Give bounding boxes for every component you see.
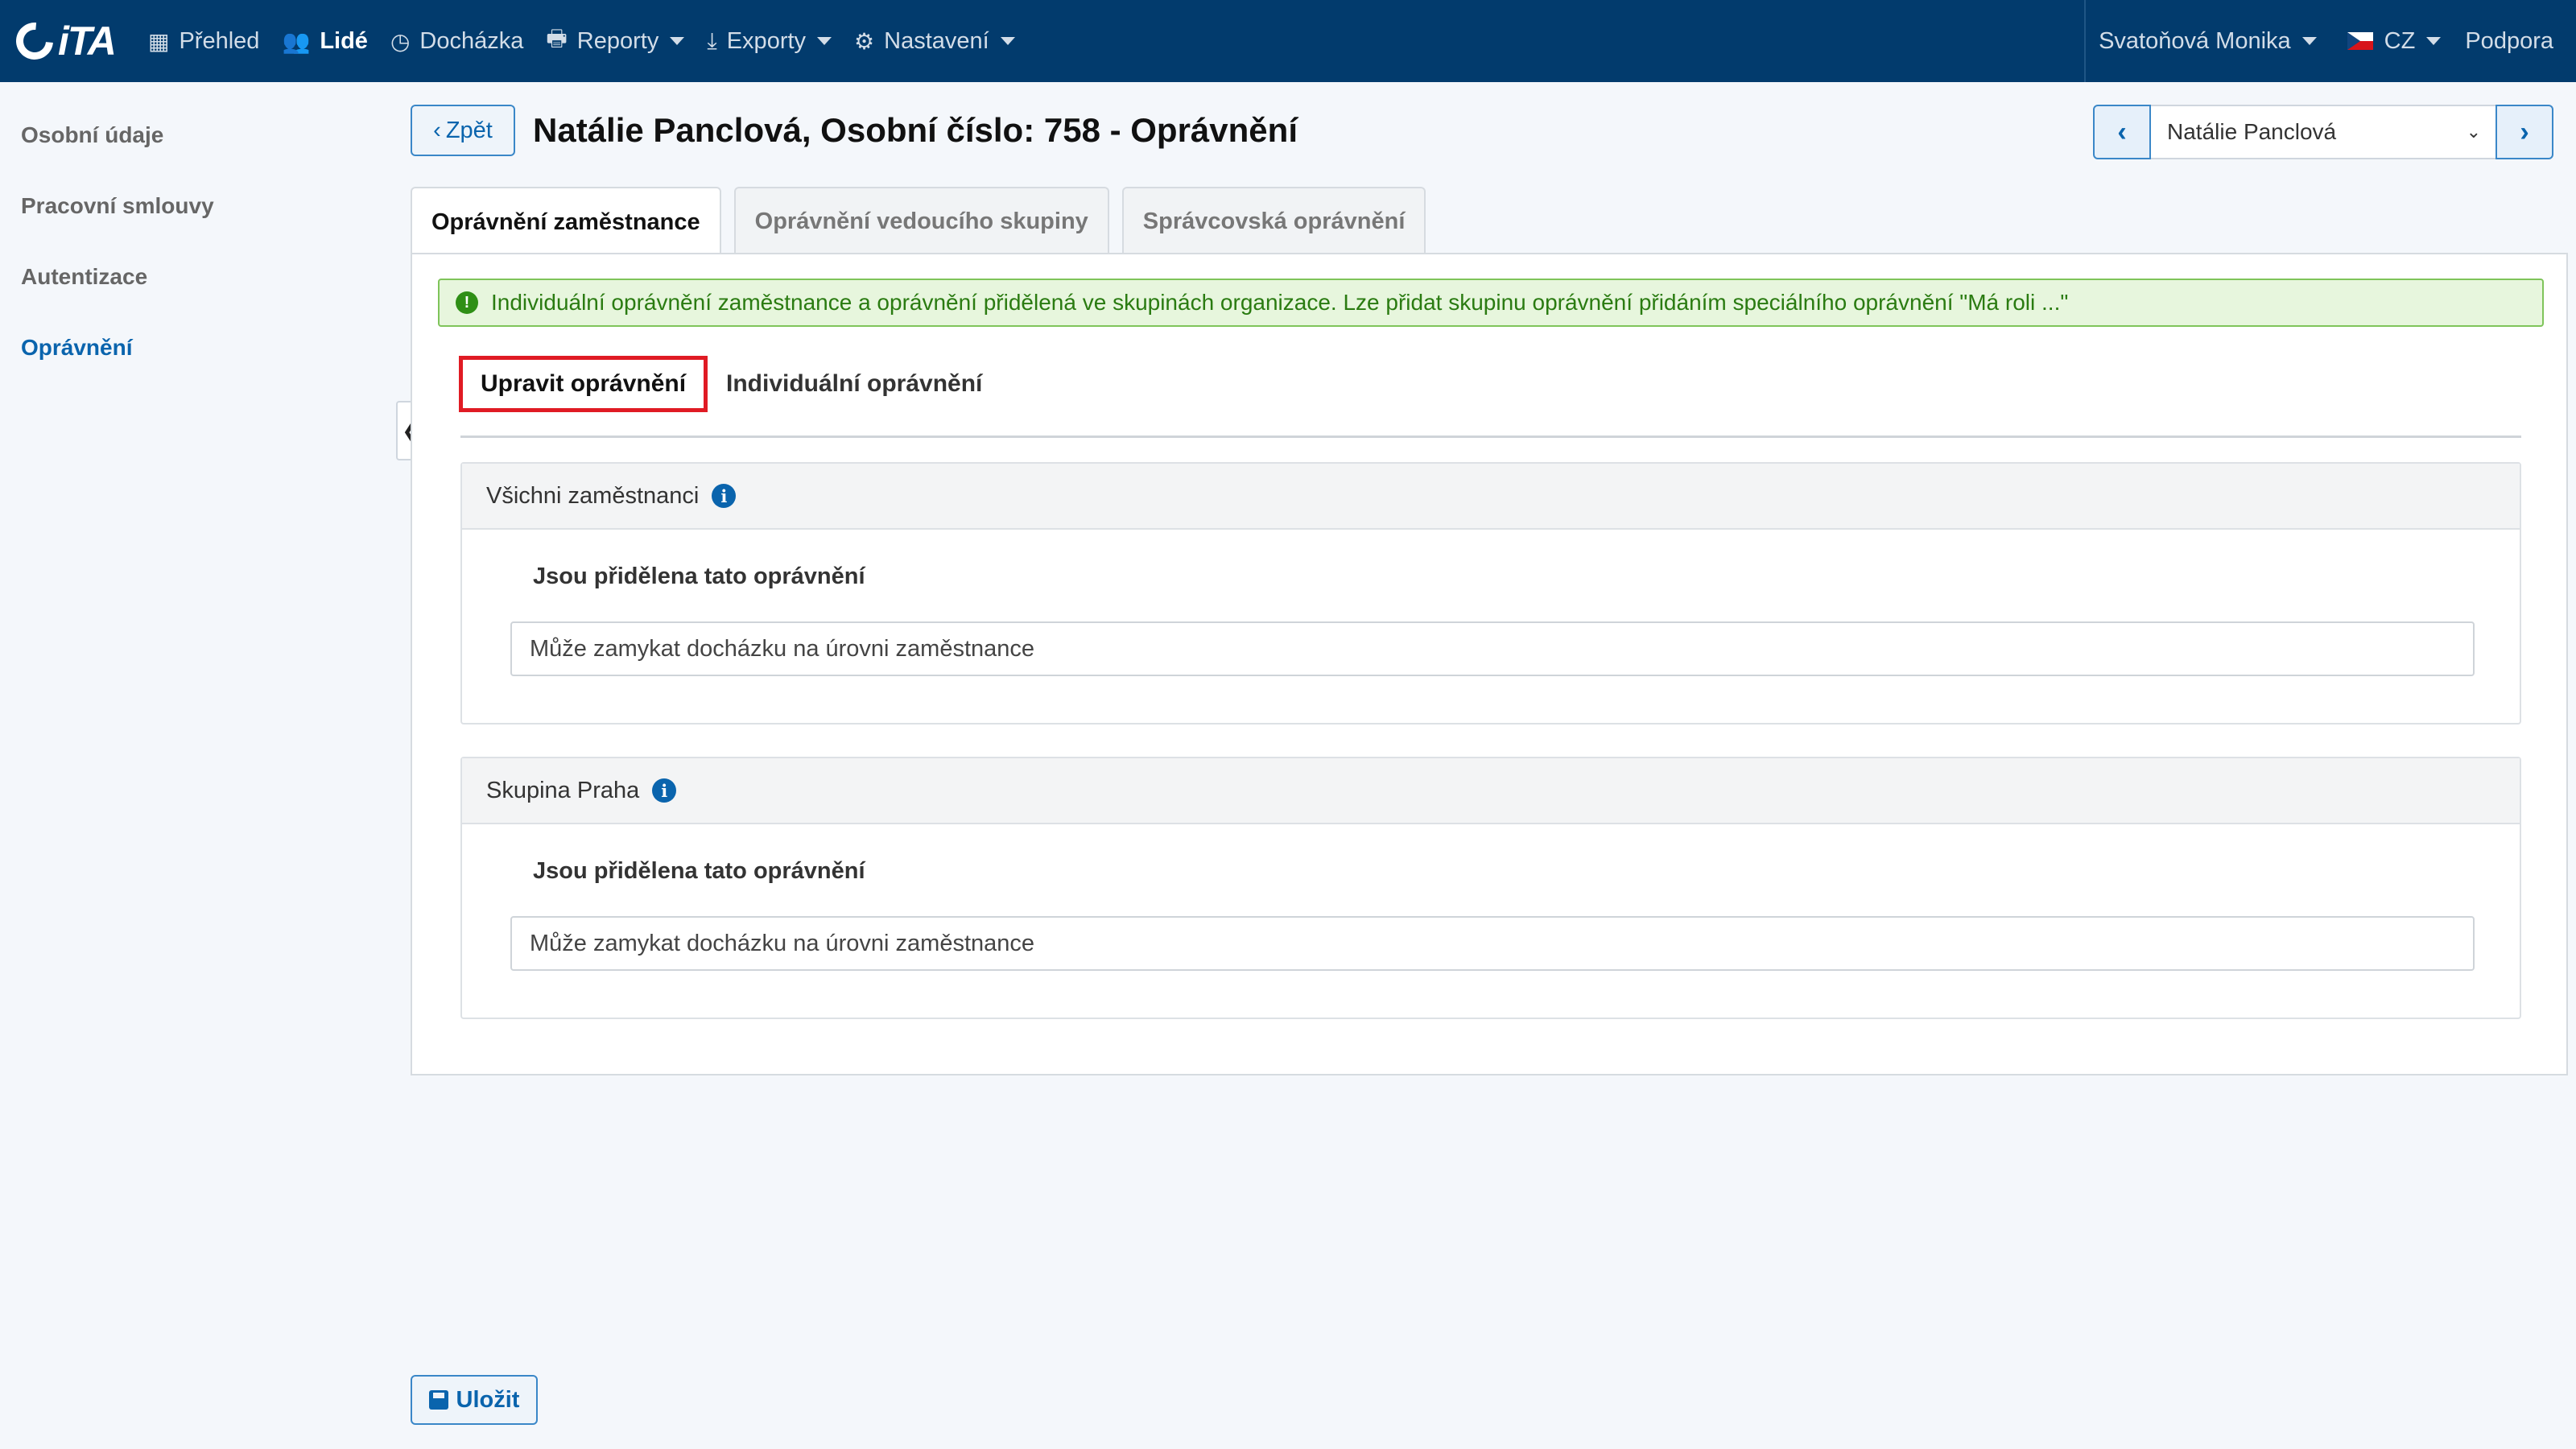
- top-navbar: iTA ▦ Přehled 👥 Lidé ◷ Docházka 🖶 Report…: [0, 0, 2576, 82]
- nav-item-prehled[interactable]: ▦ Přehled: [137, 0, 270, 82]
- app-logo[interactable]: iTA: [0, 0, 137, 82]
- tab-opravneni-zamestnance[interactable]: Oprávnění zaměstnance: [411, 187, 721, 256]
- export-icon: ⤓: [707, 27, 717, 53]
- save-label: Uložit: [456, 1386, 520, 1413]
- nav-item-dochazka[interactable]: ◷ Docházka: [379, 0, 535, 82]
- nav-item-label: Reporty: [576, 27, 659, 54]
- chevron-down-icon: [2426, 37, 2442, 45]
- permission-card: Skupina Praha i Jsou přidělena tato oprá…: [460, 757, 2521, 1019]
- subtab-upravit-opravneni[interactable]: Upravit oprávnění: [459, 356, 708, 412]
- gear-icon: ⚙: [854, 28, 875, 54]
- tab-spravcovska-opravneni[interactable]: Správcovská oprávnění: [1121, 187, 1426, 254]
- person-select-value: Natálie Panclová: [2167, 119, 2337, 144]
- nav-item-label: Exporty: [726, 27, 807, 54]
- nav-item-reporty[interactable]: 🖶 Reporty: [535, 0, 696, 82]
- tab-content-panel: ! Individuální oprávnění zaměstnance a o…: [411, 253, 2568, 1075]
- tab-opravneni-vedouciho-skupiny[interactable]: Oprávnění vedoucího skupiny: [733, 187, 1109, 254]
- language-menu[interactable]: CZ: [2341, 0, 2466, 82]
- users-icon: 👥: [282, 28, 311, 54]
- sidebar-item-osobni-udaje[interactable]: Osobní údaje: [0, 100, 386, 171]
- info-icon[interactable]: i: [712, 484, 737, 508]
- nav-item-lide[interactable]: 👥 Lidé: [270, 0, 379, 82]
- info-icon[interactable]: i: [652, 778, 677, 803]
- person-select[interactable]: Natálie Panclová ⌄: [2151, 105, 2496, 159]
- nav-item-label: Nastavení: [884, 27, 989, 54]
- info-circle-icon: !: [456, 291, 478, 314]
- save-icon: [428, 1390, 448, 1410]
- chevron-left-icon: ‹: [2117, 116, 2127, 147]
- logo-text: iTA: [58, 19, 117, 64]
- back-button[interactable]: ‹ Zpět: [411, 105, 515, 156]
- sidebar: Osobní údaje Pracovní smlouvy Autentizac…: [0, 82, 386, 383]
- alert-text: Individuální oprávnění zaměstnance a opr…: [491, 290, 2069, 315]
- permission-field[interactable]: Může zamykat docházku na úrovni zaměstna…: [510, 621, 2475, 676]
- sidebar-item-autentizace[interactable]: Autentizace: [0, 242, 386, 312]
- permission-tabs: Oprávnění zaměstnance Oprávnění vedoucíh…: [411, 187, 1426, 256]
- nav-item-exporty[interactable]: ⤓ Exporty: [696, 0, 843, 82]
- permission-field[interactable]: Může zamykat docházku na úrovni zaměstna…: [510, 916, 2475, 971]
- nav-item-label: Přehled: [179, 27, 260, 54]
- chevron-down-icon: [670, 37, 685, 45]
- chevron-down-icon: [2301, 37, 2317, 45]
- permission-card: Všichni zaměstnanci i Jsou přidělena tat…: [460, 462, 2521, 724]
- chevron-down-icon: [1000, 37, 1015, 45]
- chevron-down-icon: ⌄: [2466, 122, 2481, 142]
- chevron-right-icon: ›: [2520, 116, 2529, 147]
- subtab-individualni-opravneni[interactable]: Individuální oprávnění: [726, 356, 982, 412]
- sidebar-item-opravneni[interactable]: Oprávnění: [0, 312, 386, 383]
- nav-item-nastaveni[interactable]: ⚙ Nastavení: [843, 0, 1026, 82]
- printer-icon: 🖶: [546, 26, 568, 51]
- page-title: Natálie Panclová, Osobní číslo: 758 - Op…: [533, 111, 1298, 149]
- person-navigator: ‹ Natálie Panclová ⌄ ›: [2093, 105, 2553, 159]
- sidebar-item-pracovni-smlouvy[interactable]: Pracovní smlouvy: [0, 171, 386, 242]
- chevron-left-icon: ‹: [433, 117, 441, 143]
- save-button[interactable]: Uložit: [411, 1375, 538, 1425]
- support-link[interactable]: Podpora: [2465, 0, 2576, 82]
- previous-person-button[interactable]: ‹: [2093, 105, 2151, 159]
- navbar-right: Svatoňová Monika CZ Podpora: [2084, 0, 2576, 82]
- card-header: Skupina Praha i: [462, 758, 2520, 824]
- user-name: Svatoňová Monika: [2099, 27, 2291, 54]
- info-alert: ! Individuální oprávnění zaměstnance a o…: [438, 279, 2544, 327]
- czech-flag-icon: [2347, 32, 2373, 50]
- chevron-down-icon: [817, 37, 832, 45]
- back-label: Zpět: [445, 117, 493, 143]
- card-header: Všichni zaměstnanci i: [462, 464, 2520, 530]
- user-menu[interactable]: Svatoňová Monika: [2086, 0, 2341, 82]
- next-person-button[interactable]: ›: [2496, 105, 2553, 159]
- subtabs: Upravit oprávnění Individuální oprávnění: [459, 356, 2521, 438]
- grid-icon: ▦: [148, 28, 170, 54]
- language-label: CZ: [2384, 27, 2416, 54]
- card-label: Jsou přidělena tato oprávnění: [533, 858, 865, 884]
- card-label: Jsou přidělena tato oprávnění: [533, 564, 865, 589]
- clock-icon: ◷: [390, 28, 411, 54]
- card-title: Všichni zaměstnanci: [486, 482, 700, 509]
- nav-item-label: Lidé: [320, 27, 368, 54]
- support-label: Podpora: [2465, 27, 2553, 54]
- nav-item-label: Docházka: [419, 27, 524, 54]
- card-title: Skupina Praha: [486, 777, 640, 803]
- logo-mark: [8, 14, 61, 68]
